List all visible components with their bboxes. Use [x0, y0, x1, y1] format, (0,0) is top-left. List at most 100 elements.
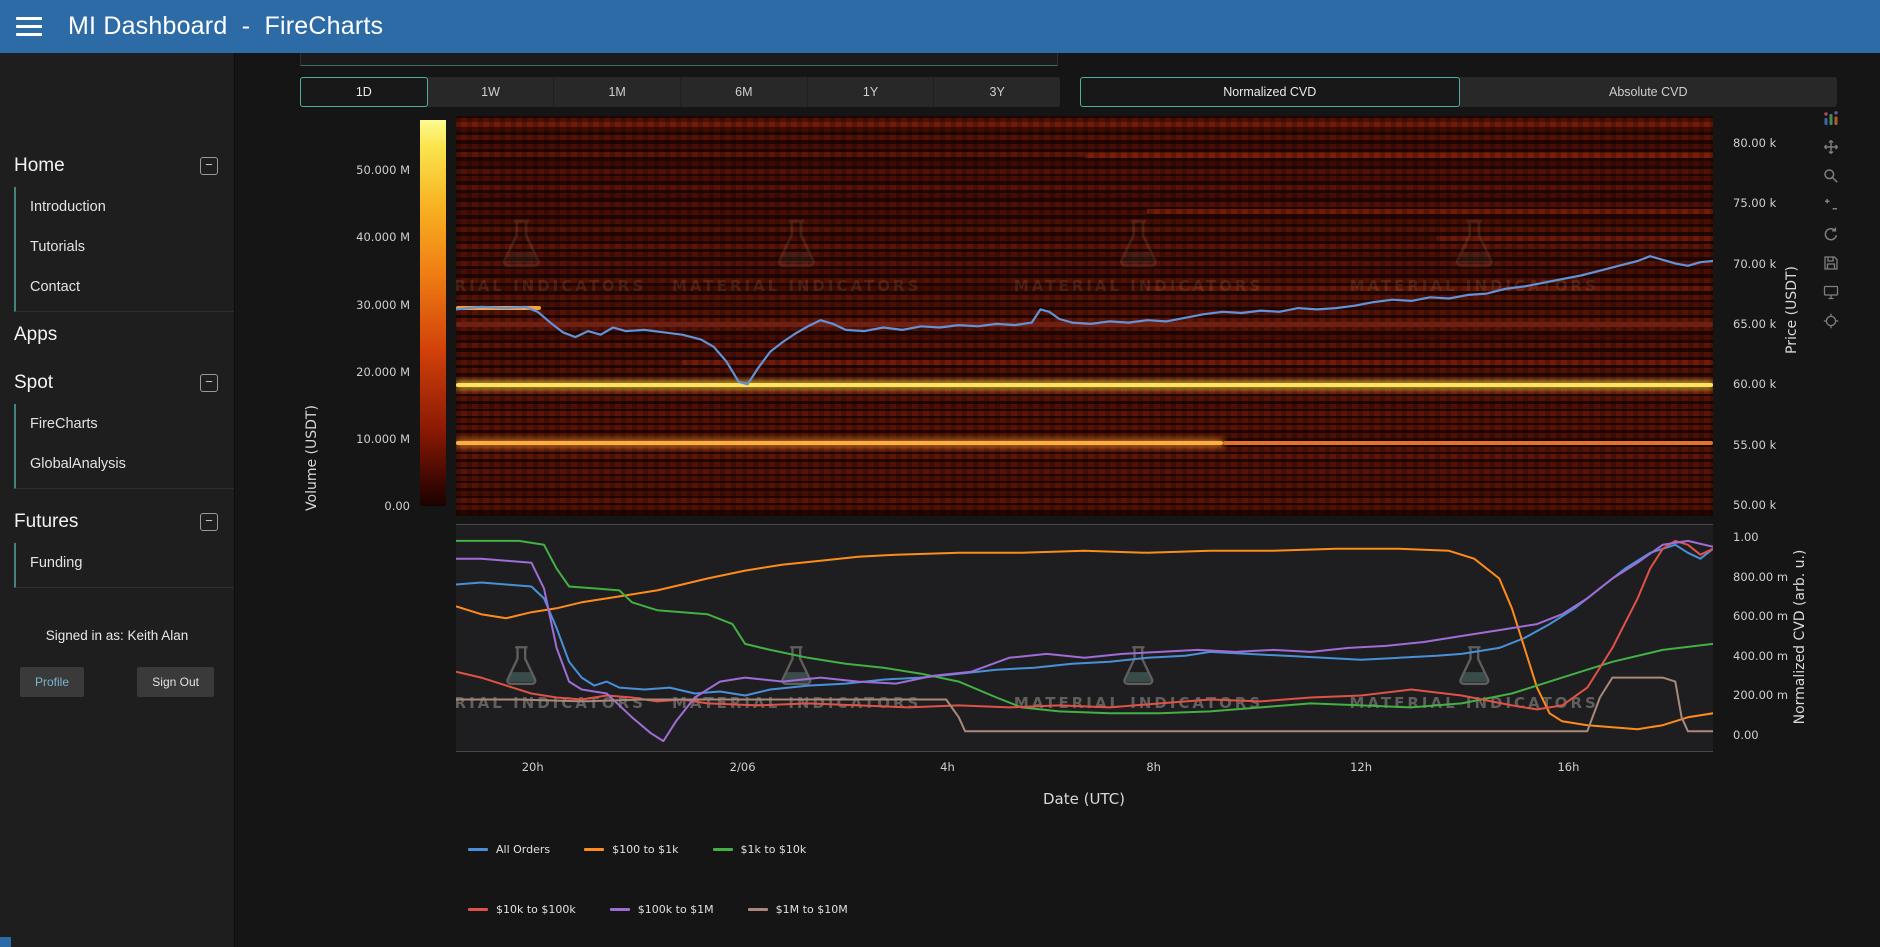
date-tick: 20h: [522, 760, 544, 774]
volume-colorbar: [420, 120, 446, 506]
legend-color-dash: [748, 908, 768, 911]
cvd-tab-absolute-cvd[interactable]: Absolute CVD: [1460, 77, 1838, 107]
date-axis-title: Date (UTC): [1043, 790, 1125, 808]
cvd-tab-normalized-cvd[interactable]: Normalized CVD: [1080, 77, 1460, 107]
signed-in-text: Signed in as: Keith Alan: [0, 628, 234, 643]
legend-row-2: $10k to $100k $100k to $1M $1M to $10M: [468, 903, 848, 916]
sidebar-section-spot: Spot − FireChartsGlobalAnalysis: [0, 368, 234, 489]
app-root: MI Dashboard - FireCharts Home− Introduct…: [0, 0, 1880, 947]
timeframe-tab-6m[interactable]: 6M: [681, 77, 808, 107]
cvd-tick: 600.00 m: [1733, 609, 1788, 623]
sidebar-sections: Home− IntroductionTutorialsContact Apps Spo…: [0, 53, 234, 588]
sidebar-item-tutorials[interactable]: Tutorials: [16, 227, 234, 267]
sidebar-item-funding[interactable]: Funding: [16, 543, 234, 583]
colorbar-axis-title: Volume (USDT): [304, 405, 320, 511]
pan-icon[interactable]: [1823, 139, 1841, 157]
legend-item-100-to-1k[interactable]: $100 to $1k: [584, 843, 678, 856]
sidebar-heading-label: Futures: [14, 511, 78, 533]
reset-axes-icon[interactable]: [1823, 226, 1841, 244]
legend-color-dash: [584, 848, 604, 851]
sidebar-item-firecharts[interactable]: FireCharts: [16, 404, 234, 444]
sidebar-section-apps: Apps: [0, 320, 234, 350]
collapse-button[interactable]: −: [200, 157, 218, 175]
collapse-button[interactable]: −: [200, 513, 218, 531]
sidebar: Home− IntroductionTutorialsContact Apps Spo…: [0, 53, 235, 947]
cvd-series-100k-to-1m: [456, 541, 1713, 741]
price-tick: 70.00 k: [1733, 257, 1776, 271]
zoom-icon[interactable]: [1823, 168, 1841, 186]
price-axis-title: Price (USDT): [1784, 266, 1800, 354]
legend-item-1m-to-10m[interactable]: $1M to $10M: [748, 903, 848, 916]
sidebar-item-globalanalysis[interactable]: GlobalAnalysis: [16, 444, 234, 484]
cvd-tick: 1.00: [1733, 530, 1759, 544]
sidebar-heading-apps: Apps: [0, 320, 234, 350]
price-tick: 75.00 k: [1733, 196, 1776, 210]
timeframe-tab-1d[interactable]: 1D: [300, 77, 428, 107]
timeframe-tab-1w[interactable]: 1W: [428, 77, 555, 107]
collapse-button[interactable]: −: [200, 374, 218, 392]
date-axis-ticks: 20h2/064h8h12h16h: [456, 760, 1713, 776]
colorbar-tick: 50.000 M: [356, 163, 410, 177]
date-tick: 4h: [940, 760, 955, 774]
sidebar-heading-label: Apps: [14, 324, 57, 346]
cvd-tick: 800.00 m: [1733, 570, 1788, 584]
legend-label: $1k to $10k: [741, 843, 807, 856]
sidebar-item-contact[interactable]: Contact: [16, 267, 234, 307]
sidebar-heading-label: Spot: [14, 372, 53, 394]
cvd-series-all-orders: [456, 545, 1713, 696]
legend-color-dash: [468, 908, 488, 911]
price-tick: 55.00 k: [1733, 438, 1776, 452]
cvd-plot[interactable]: MATERIAL INDICATORSMATERIAL INDICATORSMA…: [456, 524, 1713, 752]
cvd-axis-title: Normalized CVD (arb. u.): [1792, 550, 1808, 725]
cvd-tick: 400.00 m: [1733, 649, 1788, 663]
collapsed-date-control[interactable]: [300, 53, 1058, 66]
sidebar-section-futures: Futures − Funding: [0, 507, 234, 588]
profile-button[interactable]: Profile: [20, 667, 84, 697]
colorbar-tick: 40.000 M: [356, 230, 410, 244]
legend-color-dash: [468, 848, 488, 851]
date-tick: 8h: [1146, 760, 1161, 774]
sidebar-group: Funding: [14, 543, 234, 588]
timeframe-tab-3y[interactable]: 3Y: [934, 77, 1060, 107]
timeframe-tab-bar: 1D1W1M6M1Y3Y: [300, 77, 1060, 107]
zoom-in-out-icon[interactable]: [1823, 197, 1841, 215]
legend-item-100k-to-1m[interactable]: $100k to $1M: [610, 903, 714, 916]
legend-item-all-orders[interactable]: All Orders: [468, 843, 550, 856]
legend-label: $10k to $100k: [496, 903, 576, 916]
colorbar-tick: 0.00: [384, 499, 410, 513]
sign-out-button[interactable]: Sign Out: [137, 667, 214, 697]
cvd-series-1m-to-10m: [456, 678, 1713, 732]
plotly-logo-icon[interactable]: [1823, 110, 1841, 128]
sidebar-group: FireChartsGlobalAnalysis: [14, 404, 234, 489]
spike-mode-icon[interactable]: [1823, 313, 1841, 331]
save-icon[interactable]: [1823, 255, 1841, 273]
legend-color-dash: [610, 908, 630, 911]
legend-item-1k-to-10k[interactable]: $1k to $10k: [713, 843, 807, 856]
app-header: MI Dashboard - FireCharts: [0, 0, 1880, 53]
sidebar-heading-spot: Spot −: [0, 368, 234, 398]
plot-modebar: [1823, 110, 1841, 331]
price-tick: 80.00 k: [1733, 136, 1776, 150]
date-tick: 12h: [1350, 760, 1372, 774]
timeframe-tab-1y[interactable]: 1Y: [808, 77, 935, 107]
price-heatmap-plot[interactable]: MATERIAL INDICATORSMATERIAL INDICATORSMA…: [456, 116, 1713, 516]
sidebar-section-home: Home− IntroductionTutorialsContact: [0, 151, 234, 312]
sidebar-item-introduction[interactable]: Introduction: [16, 187, 234, 227]
sidebar-heading-futures: Futures −: [0, 507, 234, 537]
legend-row-1: All Orders $100 to $1k $1k to $10k: [468, 843, 806, 856]
cvd-tick: 200.00 m: [1733, 688, 1788, 702]
price-tick: 60.00 k: [1733, 377, 1776, 391]
colorbar-tick: 20.000 M: [356, 365, 410, 379]
colorbar-tick: 30.000 M: [356, 298, 410, 312]
page-title: MI Dashboard - FireCharts: [68, 12, 383, 41]
hover-mode-icon[interactable]: [1823, 284, 1841, 302]
legend-label: All Orders: [496, 843, 550, 856]
legend-item-10k-to-100k[interactable]: $10k to $100k: [468, 903, 576, 916]
date-tick: 16h: [1557, 760, 1579, 774]
colorbar-tick: 10.000 M: [356, 432, 410, 446]
hamburger-menu-icon[interactable]: [16, 17, 42, 36]
timeframe-tab-1m[interactable]: 1M: [554, 77, 681, 107]
sidebar-heading-home: Home−: [0, 151, 234, 181]
price-tick: 65.00 k: [1733, 317, 1776, 331]
legend-label: $100 to $1k: [612, 843, 678, 856]
